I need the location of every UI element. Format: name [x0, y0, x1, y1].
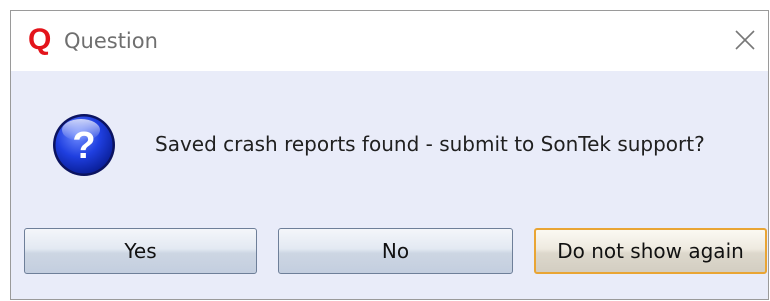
dialog-message: Saved crash reports found - submit to So… [155, 132, 705, 156]
do-not-show-again-button[interactable]: Do not show again [534, 228, 767, 274]
no-button[interactable]: No [278, 228, 513, 274]
app-logo-icon: Q [28, 23, 52, 56]
yes-button[interactable]: Yes [24, 228, 257, 274]
close-icon [735, 30, 755, 50]
question-dialog: Q Question ? Saved crash reports found -… [10, 10, 769, 300]
question-icon: ? [53, 114, 115, 176]
title-bar: Q Question [11, 11, 768, 71]
svg-text:?: ? [72, 125, 95, 167]
close-button[interactable] [730, 25, 760, 55]
window-title: Question [64, 29, 158, 53]
